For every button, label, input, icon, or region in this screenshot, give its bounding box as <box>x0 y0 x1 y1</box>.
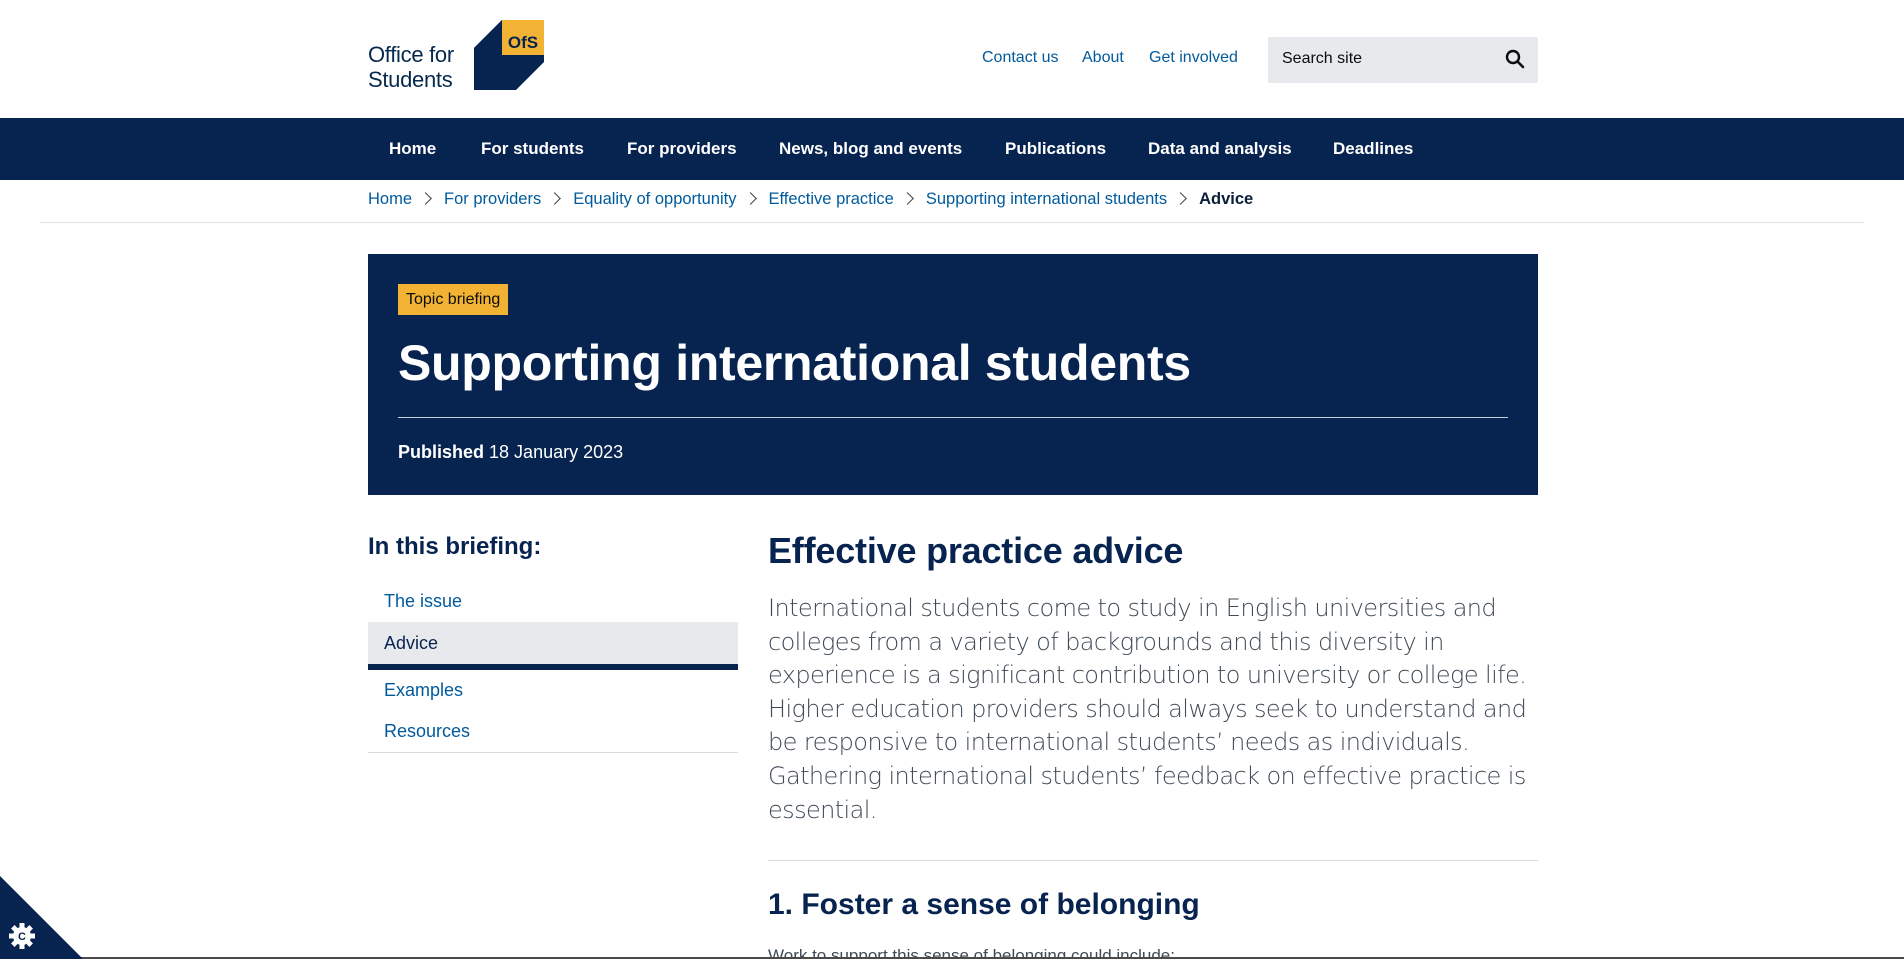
breadcrumb: Home For providers Equality of opportunity… <box>368 190 1253 212</box>
logo-mark-text: OfS <box>508 33 538 52</box>
published-date: 18 January 2023 <box>489 442 624 462</box>
nav-for-providers[interactable]: For providers <box>627 139 737 159</box>
lead-paragraph: International students come to study in … <box>768 594 1527 824</box>
main-navigation: Home For students For providers News, bl… <box>0 118 1904 180</box>
sidebar-item-advice[interactable]: Advice <box>368 622 738 670</box>
main-content: Effective practice advice International … <box>768 530 1538 827</box>
hero-divider <box>398 417 1508 418</box>
search-icon <box>1505 49 1525 68</box>
breadcrumb-for-providers[interactable]: For providers <box>444 190 541 208</box>
breadcrumb-equality[interactable]: Equality of opportunity <box>573 190 736 208</box>
nav-news-blog-events[interactable]: News, blog and events <box>779 139 962 159</box>
chevron-right-icon <box>419 192 432 205</box>
svg-text:C: C <box>18 931 26 943</box>
sidebar-item-examples[interactable]: Examples <box>368 670 738 711</box>
sidebar-item-resources[interactable]: Resources <box>368 711 738 752</box>
breadcrumb-current: Advice <box>1199 190 1254 208</box>
search-button[interactable] <box>1502 47 1528 73</box>
published-label: Published <box>398 442 485 462</box>
utility-link-get-involved[interactable]: Get involved <box>1149 49 1238 67</box>
ofs-logo[interactable]: Office for Students OfS <box>368 20 544 92</box>
breadcrumb-home[interactable]: Home <box>368 190 412 208</box>
breadcrumb-divider <box>40 222 1864 223</box>
nav-data-analysis[interactable]: Data and analysis <box>1148 139 1292 159</box>
content-divider <box>768 860 1538 861</box>
cookie-settings-icon: C <box>0 876 83 959</box>
search-box <box>1268 37 1538 83</box>
sidebar-item-the-issue[interactable]: The issue <box>368 581 738 622</box>
logo-line1: Office for <box>368 42 454 67</box>
sidebar-heading: In this briefing: <box>368 533 542 560</box>
breadcrumb-supporting-international[interactable]: Supporting international students <box>926 190 1167 208</box>
utility-link-contact[interactable]: Contact us <box>982 49 1058 67</box>
subsection-heading: 1. Foster a sense of belonging <box>768 888 1200 921</box>
cookie-settings-button[interactable]: C <box>0 876 83 959</box>
breadcrumb-effective-practice[interactable]: Effective practice <box>769 190 894 208</box>
published-meta: Published 18 January 2023 <box>398 442 623 463</box>
briefing-nav: The issue Advice Examples Resources <box>368 581 738 753</box>
logo-wordmark: Office for Students <box>368 42 454 92</box>
nav-deadlines[interactable]: Deadlines <box>1333 139 1413 159</box>
chevron-right-icon <box>900 192 914 205</box>
chevron-right-icon <box>548 192 562 205</box>
ofs-logo-mark-icon: OfS <box>474 20 544 90</box>
hero-banner: Topic briefing Supporting international … <box>368 254 1538 495</box>
section-heading: Effective practice advice <box>768 530 1184 571</box>
nav-publications[interactable]: Publications <box>1005 139 1106 159</box>
nav-home[interactable]: Home <box>389 139 436 159</box>
topic-badge: Topic briefing <box>398 284 509 315</box>
search-input[interactable] <box>1282 50 1492 68</box>
utility-link-about[interactable]: About <box>1082 49 1124 67</box>
page-title: Supporting international students <box>398 335 1191 391</box>
chevron-right-icon <box>743 192 757 205</box>
logo-line2: Students <box>368 67 453 92</box>
nav-for-students[interactable]: For students <box>481 139 584 159</box>
chevron-right-icon <box>1174 192 1187 205</box>
